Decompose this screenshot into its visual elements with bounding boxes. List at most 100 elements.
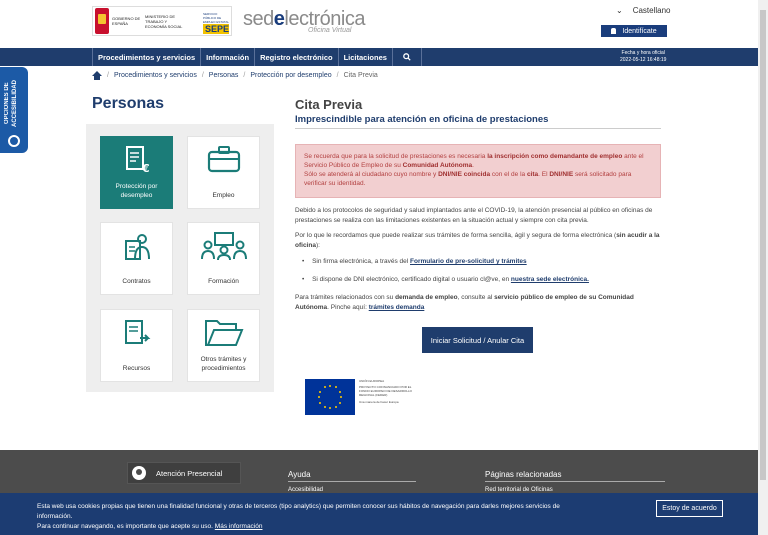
tile-label: Otros trámites y procedimientos xyxy=(200,356,247,372)
paragraph-text: ): xyxy=(315,241,320,249)
footer-divider xyxy=(288,481,416,482)
accessibility-label: OPCIONES DE ACCESIBILIDAD xyxy=(4,79,18,127)
eu-star-icon xyxy=(329,385,331,387)
eu-star-icon xyxy=(340,396,342,398)
breadcrumb: / Procedimientos y servicios / Personas … xyxy=(92,71,378,80)
footer-divider xyxy=(485,481,665,482)
eu-star-icon xyxy=(338,401,341,404)
search-button[interactable] xyxy=(391,48,422,66)
coat-of-arms-icon xyxy=(95,8,109,34)
page-title: Personas xyxy=(92,95,165,112)
eu-title: UNIÓN EUROPEA xyxy=(359,379,385,383)
alert-text: con el de la xyxy=(490,171,527,178)
accessibility-options-tab[interactable]: OPCIONES DE ACCESIBILIDAD xyxy=(0,67,28,153)
sepe-small-text: SERVICIO PÚBLICO DE EMPLEO ESTATAL xyxy=(203,12,230,24)
scrollbar[interactable] xyxy=(758,0,768,535)
paragraph-text: Para trámites relacionados con su xyxy=(295,294,396,301)
electronic-paragraph: Por lo que le recordamos que puede reali… xyxy=(295,231,661,250)
tile-otros-tramites[interactable]: Otros trámites y procedimientos xyxy=(187,309,260,382)
briefcase-icon xyxy=(207,146,240,173)
more-info-link[interactable]: Más información xyxy=(215,523,263,530)
paragraph-bold: demanda de empleo xyxy=(395,294,458,301)
alert-text: . El xyxy=(538,171,550,178)
eu-subtitle: PROYECTO COFINANCIADO POR EL FONDO EUROP… xyxy=(359,385,413,397)
tile-formacion[interactable]: Formación xyxy=(187,222,260,295)
user-icon xyxy=(611,28,617,34)
breadcrumb-item[interactable]: Protección por desempleo xyxy=(250,72,331,79)
eu-logo: UNIÓN EUROPEA PROYECTO COFINANCIADO POR … xyxy=(305,379,415,417)
resources-icon xyxy=(124,320,150,344)
tile-proteccion-desempleo[interactable]: € Protección por desempleo xyxy=(100,136,173,209)
cookie-text-line: Esta web usa cookies propias que tienen … xyxy=(37,503,560,520)
eu-star-icon xyxy=(338,390,341,393)
eu-text: UNIÓN EUROPEA PROYECTO COFINANCIADO POR … xyxy=(359,379,415,417)
tile-recursos[interactable]: Recursos xyxy=(100,309,173,382)
cookie-text: Esta web usa cookies propias que tienen … xyxy=(37,502,597,532)
bullet-text: Si dispone de DNI electrónico, certifica… xyxy=(312,276,511,283)
government-logo[interactable]: GOBIERNO DE ESPAÑA MINISTERIO DE TRABAJO… xyxy=(92,6,232,36)
training-icon xyxy=(200,232,247,261)
chevron-down-icon: ⌄ xyxy=(616,6,623,15)
accessibility-icon xyxy=(8,135,20,147)
breadcrumb-item[interactable]: Procedimientos y servicios xyxy=(114,72,197,79)
eu-star-icon xyxy=(334,405,337,408)
alert-text: . xyxy=(472,162,474,169)
eu-star-icon xyxy=(323,405,326,408)
site-header: GOBIERNO DE ESPAÑA MINISTERIO DE TRABAJO… xyxy=(0,0,768,48)
start-appointment-button[interactable]: Iniciar Solicitud / Anular Cita xyxy=(422,327,533,353)
attention-label: Atención Presencial xyxy=(156,468,223,478)
svg-text:€: € xyxy=(141,162,150,175)
nav-registro[interactable]: Registro electrónico xyxy=(254,48,338,66)
document-euro-icon: € xyxy=(125,146,150,175)
tile-contratos[interactable]: Contratos xyxy=(100,222,173,295)
sepe-logo: SERVICIO PÚBLICO DE EMPLEO ESTATAL SEPE xyxy=(203,8,229,34)
main-navbar: Procedimientos y servicios Información R… xyxy=(0,48,768,66)
language-label: Castellano xyxy=(632,6,671,15)
presolicitud-form-link[interactable]: Formulario de pre-solicitud y trámites xyxy=(410,258,527,265)
tile-label: Protección por desempleo xyxy=(115,183,158,199)
eu-star-icon xyxy=(323,386,326,389)
tile-label: Formación xyxy=(208,278,239,285)
alert-bold: cita xyxy=(526,171,539,178)
date-label: Fecha y hora oficial xyxy=(621,50,665,56)
eu-flag-icon xyxy=(305,379,355,415)
eu-star-icon xyxy=(319,401,322,404)
title-divider xyxy=(295,128,661,129)
attention-button[interactable]: Atención Presencial xyxy=(127,462,241,484)
bullet-text: Sin firma electrónica, a través del xyxy=(312,258,410,265)
language-selector[interactable]: ⌄ Castellano xyxy=(616,6,671,15)
tile-label: Recursos xyxy=(122,365,151,372)
identify-button[interactable]: Identifícate xyxy=(601,25,667,37)
tramites-demanda-link[interactable]: trámites demanda xyxy=(369,304,425,311)
ministry-text: MINISTERIO DE TRABAJO Y ECONOMÍA SOCIAL xyxy=(145,13,183,29)
tile-empleo[interactable]: Empleo xyxy=(187,136,260,209)
footer-col-title: Páginas relacionadas xyxy=(485,470,562,479)
cookie-text-line: Para continuar navegando, es importante … xyxy=(37,523,215,530)
nav-licitaciones[interactable]: Licitaciones xyxy=(337,48,392,66)
eu-star-icon xyxy=(318,396,320,398)
nav-informacion[interactable]: Información xyxy=(200,48,254,66)
accept-cookies-button[interactable]: Estoy de acuerdo xyxy=(656,500,723,517)
main-subtitle: Imprescindible para atención en oficina … xyxy=(295,114,549,125)
eu-star-icon xyxy=(334,386,337,389)
gov-text: GOBIERNO DE ESPAÑA xyxy=(112,16,141,26)
tile-label: Contratos xyxy=(122,278,151,285)
footer-col-title: Ayuda xyxy=(288,470,311,479)
person-icon xyxy=(132,466,146,480)
breadcrumb-item[interactable]: Personas xyxy=(209,72,239,79)
main-title: Cita Previa xyxy=(295,97,363,112)
date-value: 2022-05-12 16:48:19 xyxy=(620,57,667,63)
official-datetime: Fecha y hora oficial 2022-05-12 16:48:19 xyxy=(620,50,666,64)
demanda-paragraph: Para trámites relacionados con su demand… xyxy=(295,293,661,312)
alert-text: Se recuerda que para la solicitud de pre… xyxy=(304,153,488,160)
cookie-banner: Esta web usa cookies propias que tienen … xyxy=(0,493,768,535)
bullet-item: Sin firma electrónica, a través del Form… xyxy=(302,258,527,265)
home-icon[interactable] xyxy=(92,71,102,80)
alert-bold: la inscripción como demandante de empleo xyxy=(487,153,623,160)
nav-procedimientos[interactable]: Procedimientos y servicios xyxy=(92,48,200,66)
search-icon xyxy=(403,53,411,61)
sede-electronica-link[interactable]: nuestra sede electrónica. xyxy=(511,276,589,283)
sede-prefix: sed xyxy=(243,8,274,30)
scrollbar-thumb[interactable] xyxy=(760,10,766,480)
covid-paragraph: Debido a los protocolos de seguridad y s… xyxy=(295,207,653,224)
